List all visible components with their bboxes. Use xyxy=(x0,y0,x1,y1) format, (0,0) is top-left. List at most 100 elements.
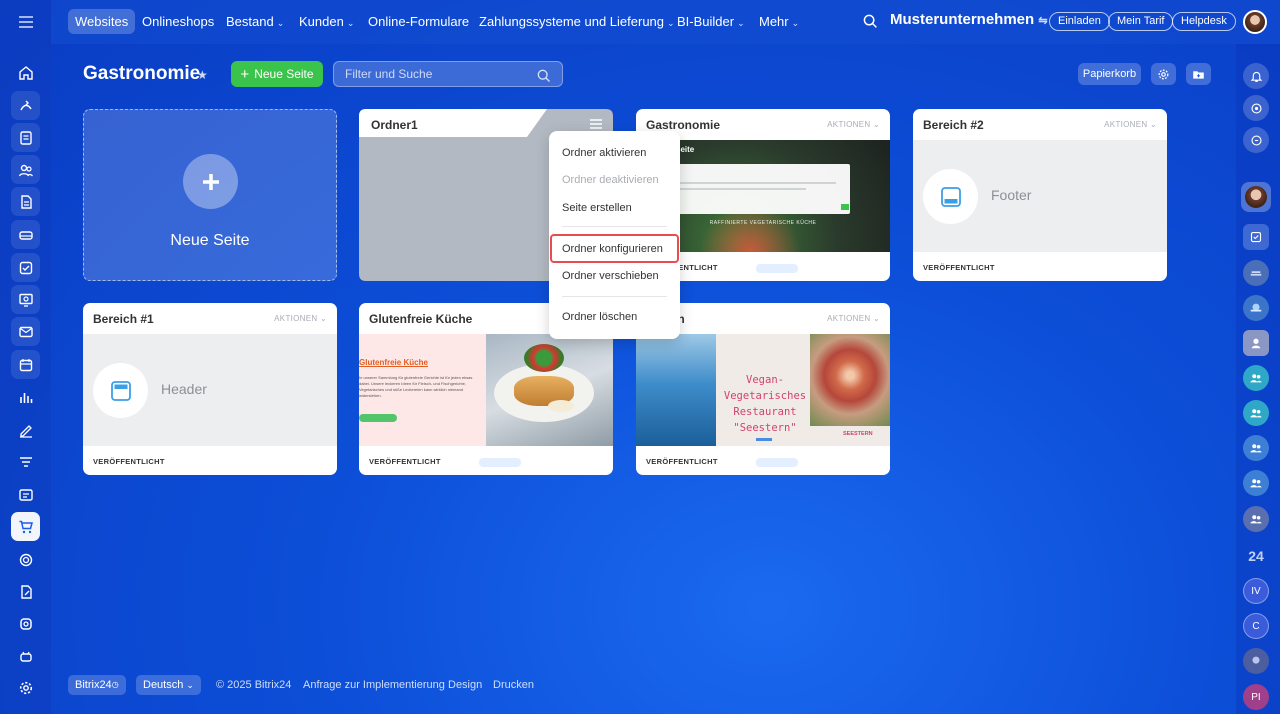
design-link[interactable]: Design xyxy=(448,679,482,691)
initials-avatar[interactable]: IV xyxy=(1243,578,1269,604)
card-actions-menu[interactable]: AKTIONEN ⌄ xyxy=(827,120,880,129)
tab-websites[interactable]: Websites xyxy=(68,9,136,34)
tab-zahlungssysteme[interactable]: Zahlungssysteme und Lieferung ⌄ xyxy=(472,9,682,34)
tab-label: Websites xyxy=(75,14,129,29)
switch-icon: ⇋ xyxy=(1038,15,1048,27)
initials-avatar[interactable]: PI xyxy=(1243,684,1269,710)
menu-item-activate-folder[interactable]: Ordner aktivieren xyxy=(562,147,646,159)
menu-item-move-folder[interactable]: Ordner verschieben xyxy=(562,270,659,282)
menu-item-deactivate-folder[interactable]: Ordner deaktivieren xyxy=(562,174,659,186)
user-avatar[interactable] xyxy=(1243,10,1267,34)
drive-icon[interactable] xyxy=(11,220,40,249)
clock-icon: ◷ xyxy=(111,680,119,689)
trash-button[interactable]: Papierkorb xyxy=(1078,63,1141,85)
new-page-card-label: Neue Seite xyxy=(170,232,250,249)
tab-online-formulare[interactable]: Online-Formulare xyxy=(361,9,476,34)
folder-context-menu: Ordner aktivieren Ordner deaktivieren Se… xyxy=(549,131,680,339)
users-group-icon[interactable] xyxy=(1243,506,1269,532)
menu-burger-icon[interactable] xyxy=(0,0,51,44)
search-input[interactable]: Filter und Suche xyxy=(333,61,563,87)
person-icon[interactable] xyxy=(1243,330,1269,356)
task-check-icon[interactable] xyxy=(1243,224,1269,250)
new-page-label: Neue Seite xyxy=(254,67,314,81)
status-label: VERÖFFENTLICHT xyxy=(93,457,165,466)
tab-bi-builder[interactable]: BI-Builder ⌄ xyxy=(670,9,752,34)
tab-label: Onlineshops xyxy=(142,14,215,29)
print-link[interactable]: Drucken xyxy=(493,679,534,691)
robot-icon[interactable] xyxy=(11,641,40,670)
filter-icon[interactable] xyxy=(11,448,40,477)
menu-divider xyxy=(562,226,667,227)
support-icon[interactable] xyxy=(11,609,40,638)
tab-label: Bestand xyxy=(226,14,274,29)
site-card-bereich-1[interactable]: Bereich #1 AKTIONEN ⌄ Header VERÖFFENTLI… xyxy=(83,303,337,475)
bitrix24-icon[interactable]: 24 xyxy=(1243,543,1269,569)
tab-kunden[interactable]: Kunden ⌄ xyxy=(292,9,361,34)
card-actions-menu[interactable]: AKTIONEN ⌄ xyxy=(274,314,327,323)
settings-gear-icon[interactable] xyxy=(11,673,40,702)
feed-icon[interactable] xyxy=(11,123,40,152)
invite-button[interactable]: Einladen xyxy=(1049,12,1110,31)
people-avatar-icon[interactable] xyxy=(1243,648,1269,674)
menu-item-configure-folder[interactable]: Ordner konfigurieren xyxy=(562,243,663,255)
new-page-button[interactable]: + Neue Seite xyxy=(231,61,323,87)
users-group-icon[interactable] xyxy=(1243,435,1269,461)
tab-onlineshops[interactable]: Onlineshops xyxy=(135,9,221,34)
card-actions-menu[interactable]: AKTIONEN ⌄ xyxy=(1104,120,1157,129)
group-avatar-icon[interactable] xyxy=(1243,260,1269,286)
contact-avatar[interactable] xyxy=(1241,182,1271,212)
initials-avatar[interactable]: C xyxy=(1243,613,1269,639)
tasks-icon[interactable] xyxy=(11,91,40,120)
site-card-bereich-2[interactable]: Bereich #2 AKTIONEN ⌄ Footer VERÖFFENTLI… xyxy=(913,109,1167,281)
card-actions-label: AKTIONEN xyxy=(827,314,871,323)
settings-gear-icon[interactable] xyxy=(1151,63,1176,85)
mail-icon[interactable] xyxy=(11,317,40,346)
my-plan-button[interactable]: Mein Tarif xyxy=(1108,12,1174,31)
card-title: Bereich #2 xyxy=(923,117,984,132)
new-page-card[interactable]: Neue Seite xyxy=(83,109,337,281)
menu-item-delete-folder[interactable]: Ordner löschen xyxy=(562,311,637,323)
status-text: VERÖFFENTLICHT xyxy=(93,457,165,466)
users-group-icon[interactable] xyxy=(1243,365,1269,391)
bell-icon[interactable] xyxy=(1243,63,1269,89)
users-group-icon[interactable] xyxy=(1243,470,1269,496)
company-name[interactable]: Musterunternehmen ⇋ xyxy=(890,11,1048,28)
status-text: VERÖFFENTLICHT xyxy=(646,457,718,466)
sign-icon[interactable] xyxy=(11,415,40,444)
tab-bestand[interactable]: Bestand ⌄ xyxy=(219,9,291,34)
add-folder-icon[interactable] xyxy=(1186,63,1211,85)
group-avatar-icon[interactable] xyxy=(1243,295,1269,321)
users-group-icon[interactable] xyxy=(1243,400,1269,426)
analytics-icon[interactable] xyxy=(11,382,40,411)
contacts-icon[interactable] xyxy=(11,155,40,184)
edit-document-icon[interactable] xyxy=(11,577,40,606)
copilot-icon[interactable] xyxy=(1243,95,1269,121)
bitrix24-brand-button[interactable]: Bitrix24◷ xyxy=(68,675,126,695)
footer-layout-icon xyxy=(923,169,978,224)
pin-icon[interactable]: ★ xyxy=(197,68,208,82)
menu-item-create-page[interactable]: Seite erstellen xyxy=(562,202,632,214)
preview-text: In unserer Sammlung für glutenfreie Geri… xyxy=(359,375,473,398)
card-actions-menu[interactable]: AKTIONEN ⌄ xyxy=(827,314,880,323)
calendar-icon[interactable] xyxy=(11,350,40,379)
chat-search-icon[interactable] xyxy=(1243,127,1269,153)
tab-label: BI-Builder xyxy=(677,14,735,29)
search-icon[interactable] xyxy=(863,14,878,34)
implementation-request-link[interactable]: Anfrage zur Implementierung xyxy=(303,679,445,691)
checklist-icon[interactable] xyxy=(11,253,40,282)
left-sidebar xyxy=(0,0,51,714)
contact-center-icon[interactable] xyxy=(11,480,40,509)
shop-cart-icon[interactable] xyxy=(11,512,40,541)
documents-icon[interactable] xyxy=(11,187,40,216)
brand-label: Bitrix24 xyxy=(75,679,112,691)
header-layout-icon xyxy=(93,363,148,418)
home-icon[interactable] xyxy=(11,58,40,87)
language-select[interactable]: Deutsch ⌄ xyxy=(136,675,201,695)
seastar-photo xyxy=(810,334,890,426)
target-icon[interactable] xyxy=(11,545,40,574)
chevron-down-icon: ⌄ xyxy=(346,18,355,28)
helpdesk-button[interactable]: Helpdesk xyxy=(1172,12,1236,31)
site-preview-image: Glutenfreie Küche In unserer Sammlung fü… xyxy=(359,334,613,446)
tab-mehr[interactable]: Mehr ⌄ xyxy=(752,9,806,34)
presentation-icon[interactable] xyxy=(11,285,40,314)
